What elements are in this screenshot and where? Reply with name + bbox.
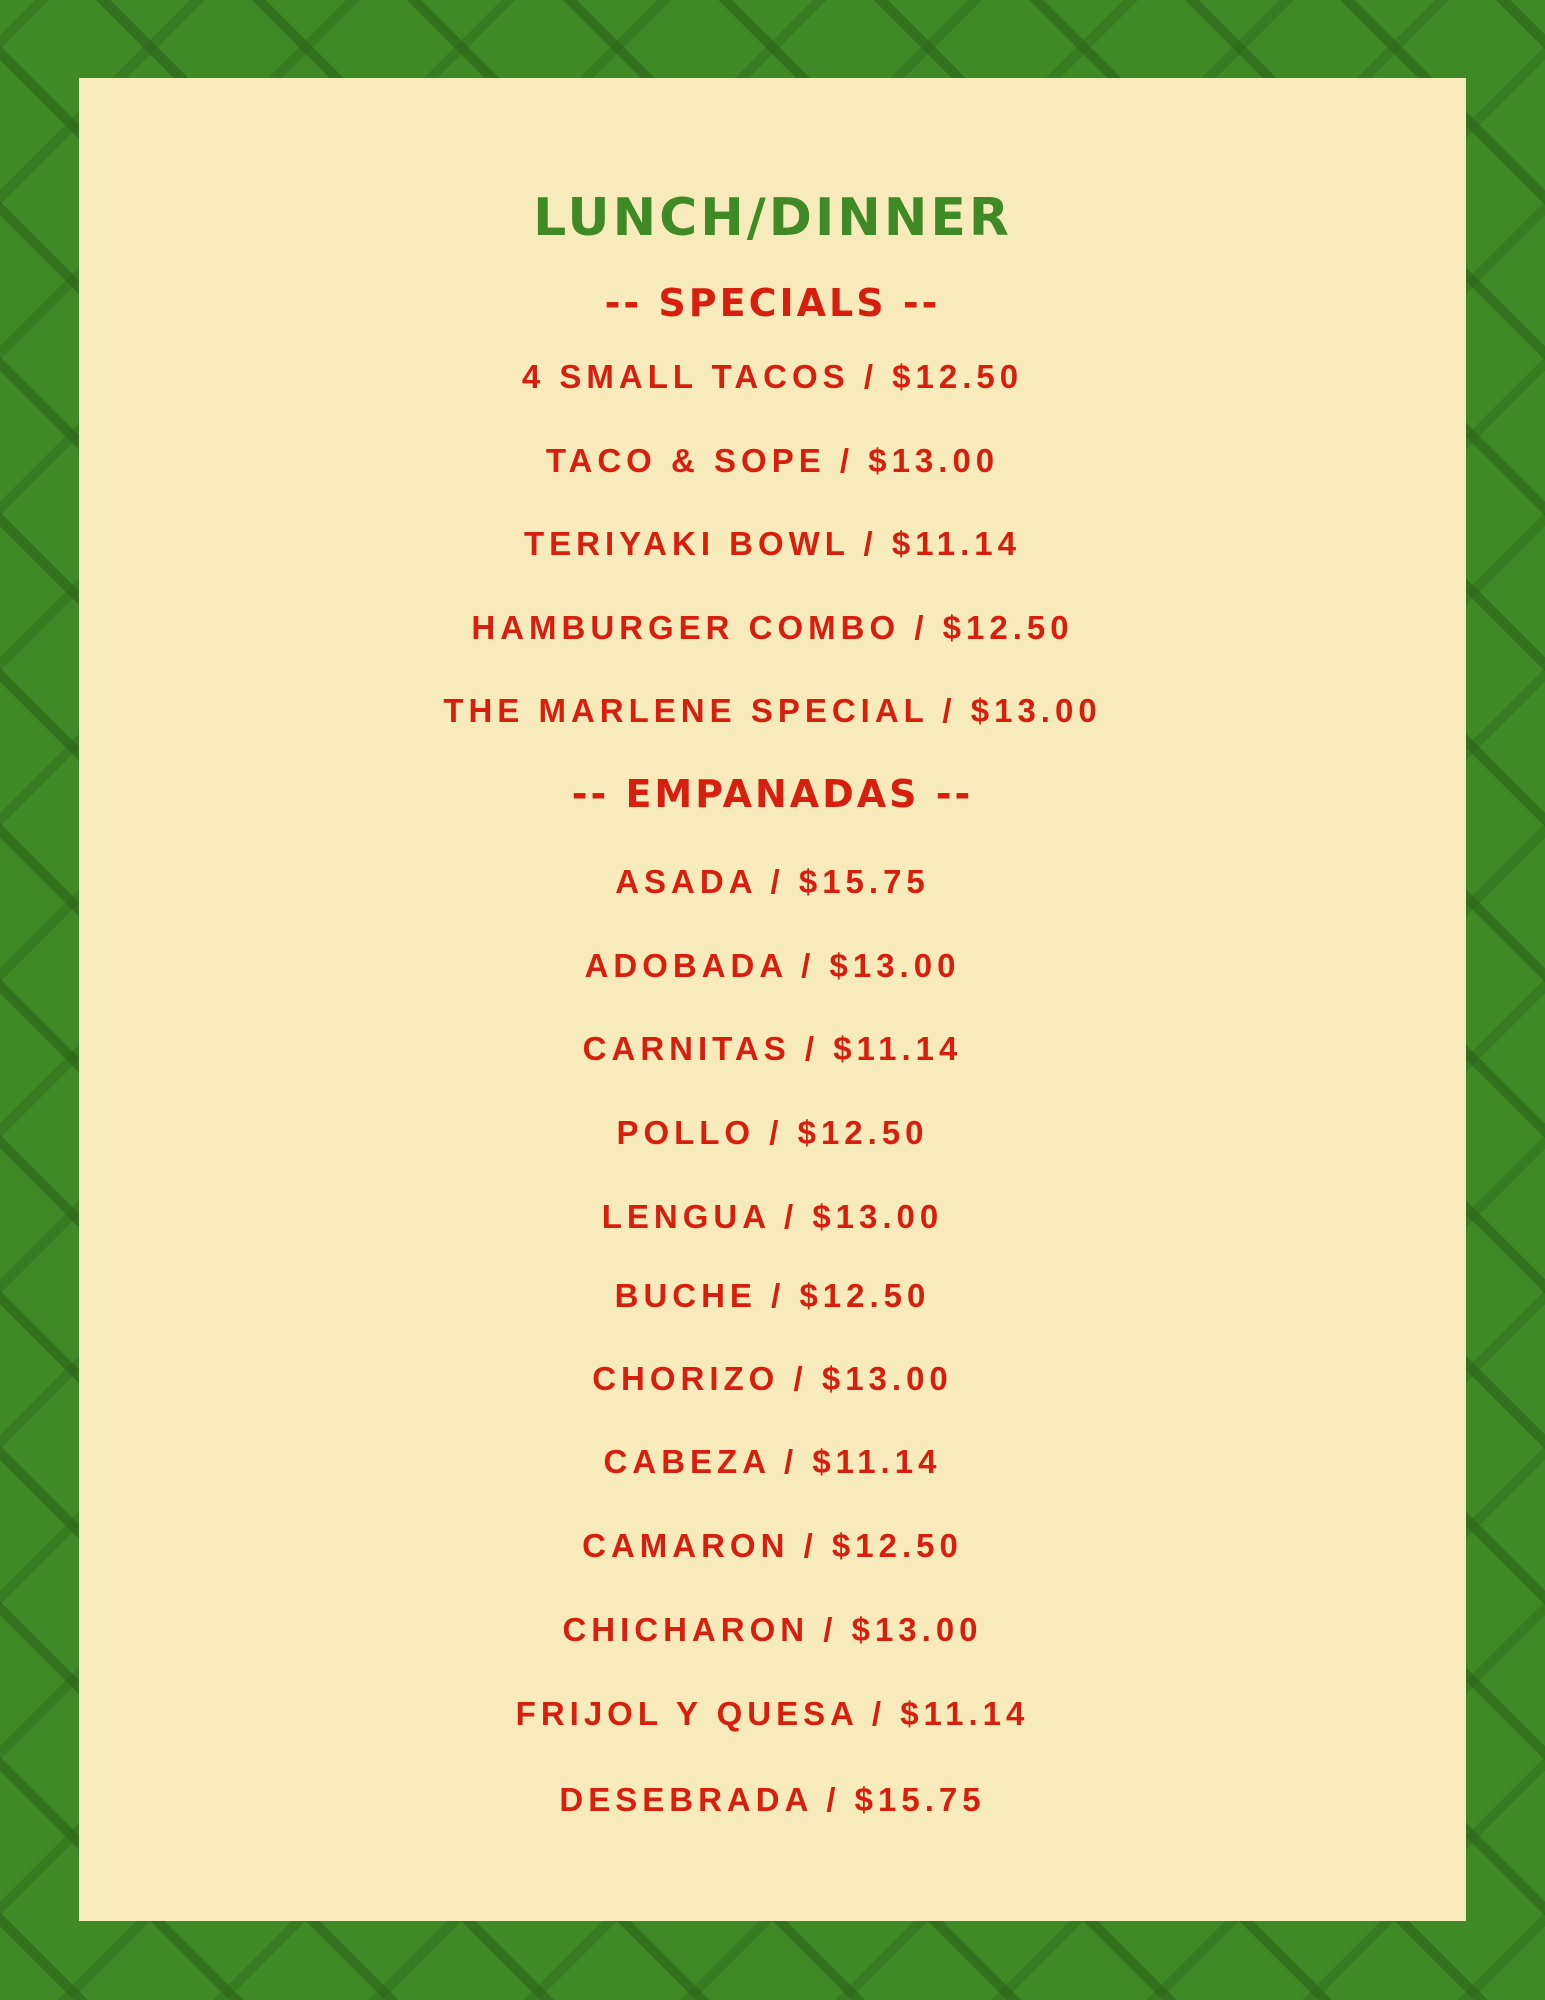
specials-item: TERIYAKI BOWL / $11.14 xyxy=(524,525,1021,562)
empanadas-item: POLLO / $12.50 xyxy=(616,1114,929,1151)
specials-item: THE MARLENE SPECIAL / $13.00 xyxy=(443,692,1102,729)
specials-item: HAMBURGER COMBO / $12.50 xyxy=(471,609,1074,646)
empanadas-item: FRIJOL Y QUESA / $11.14 xyxy=(515,1695,1030,1732)
empanadas-item: CHORIZO / $13.00 xyxy=(592,1360,953,1397)
menu-card: LUNCH/DINNER -- SPECIALS -- 4 SMALL TACO… xyxy=(79,78,1466,1921)
menu-title: LUNCH/DINNER xyxy=(533,188,1012,248)
empanadas-item: DESEBRADA / $15.75 xyxy=(559,1781,986,1818)
specials-item: 4 SMALL TACOS / $12.50 xyxy=(521,358,1024,395)
empanadas-item: BUCHE / $12.50 xyxy=(614,1277,931,1314)
empanadas-item: ADOBADA / $13.00 xyxy=(584,947,961,984)
empanadas-item: CABEZA / $11.14 xyxy=(603,1443,942,1480)
empanadas-item: ASADA / $15.75 xyxy=(615,863,930,900)
empanadas-heading: -- EMPANADAS -- xyxy=(571,772,974,816)
empanadas-item: LENGUA / $13.00 xyxy=(601,1198,944,1235)
empanadas-item: CARNITAS / $11.14 xyxy=(582,1030,963,1067)
specials-item: TACO & SOPE / $13.00 xyxy=(545,442,1000,479)
empanadas-item: CAMARON / $12.50 xyxy=(582,1527,963,1564)
empanadas-item: CHICHARON / $13.00 xyxy=(562,1611,983,1648)
specials-heading: -- SPECIALS -- xyxy=(604,281,941,325)
